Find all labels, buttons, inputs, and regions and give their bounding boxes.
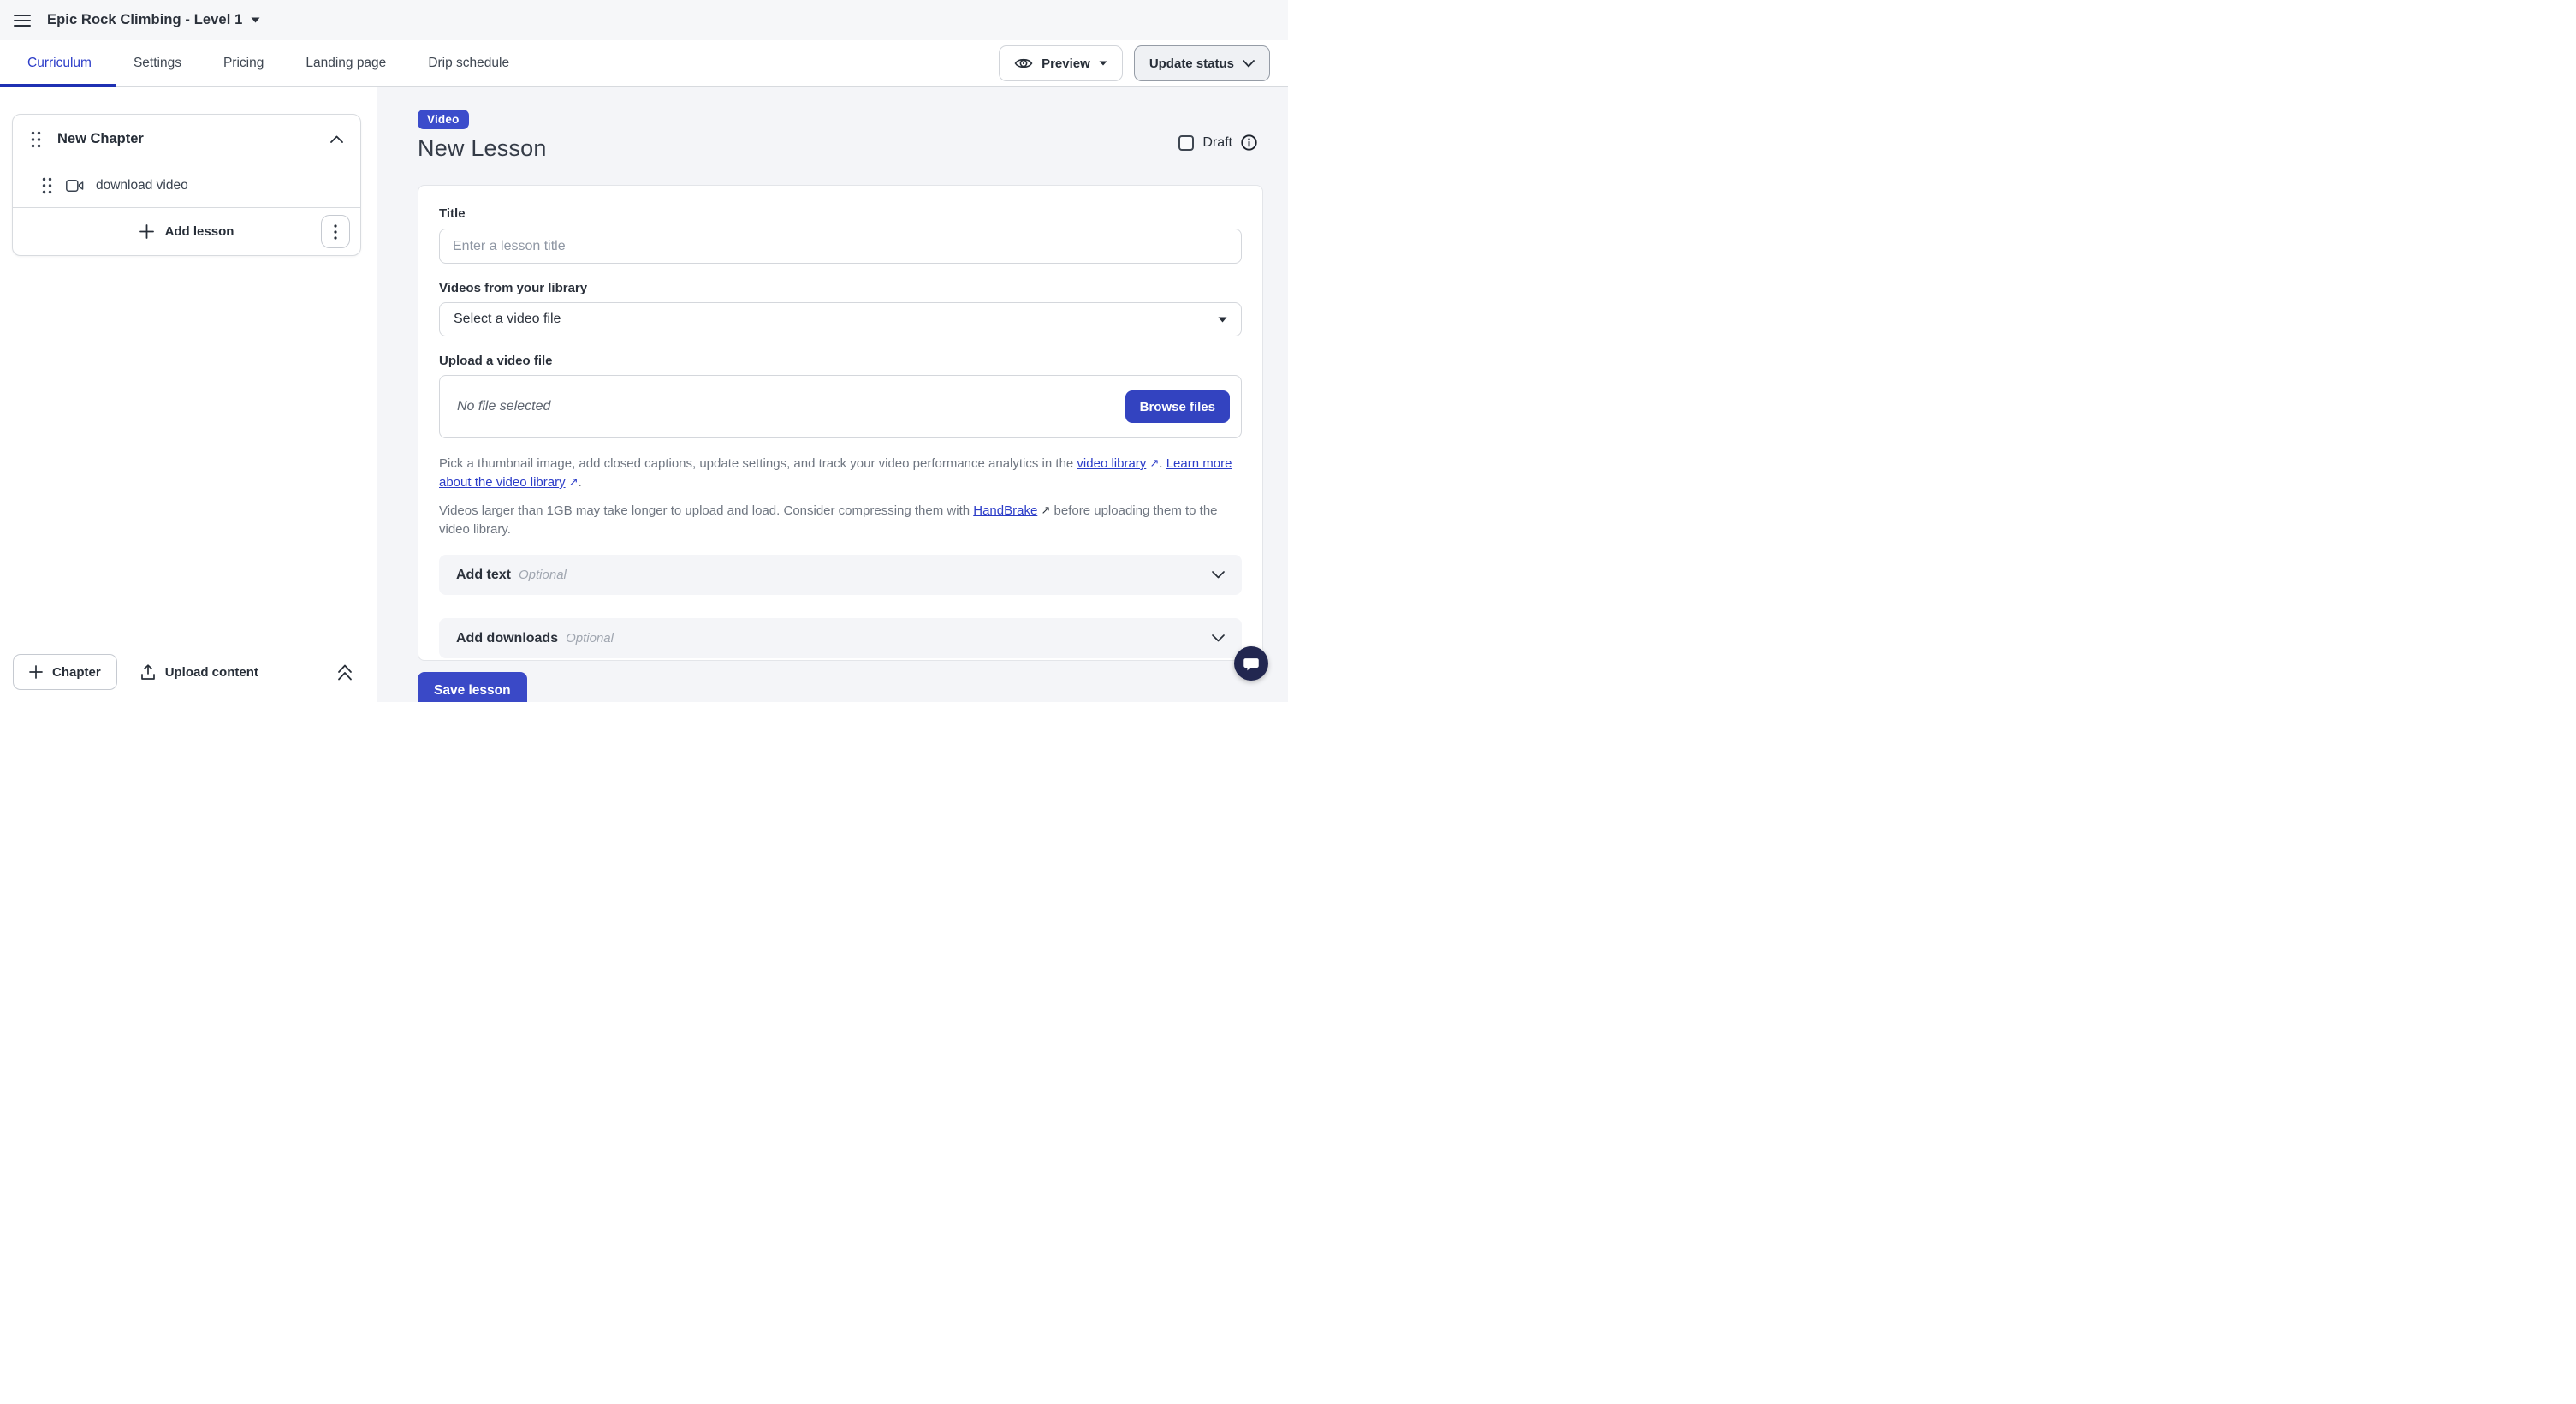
title-field-label: Title [439, 206, 1242, 221]
upload-icon [140, 664, 156, 681]
add-chapter-label: Chapter [52, 665, 101, 680]
tab-landing-page[interactable]: Landing page [306, 40, 386, 86]
add-lesson-label: Add lesson [165, 224, 234, 239]
course-switcher[interactable]: Epic Rock Climbing - Level 1 [47, 12, 260, 28]
help-text-segment: . [1159, 456, 1166, 471]
video-library-link[interactable]: video library [1077, 456, 1146, 471]
lesson-row[interactable]: download video [13, 164, 360, 207]
collapse-all-icon[interactable] [337, 663, 353, 681]
chevron-down-icon [1243, 60, 1255, 68]
add-text-label: Add text [456, 568, 511, 583]
handbrake-link[interactable]: HandBrake [973, 503, 1037, 518]
sidebar-footer: Chapter Upload content [0, 654, 377, 690]
lesson-editor: Video New Lesson Draft Title Videos from… [377, 87, 1288, 702]
chapter-title: New Chapter [57, 131, 144, 147]
course-title: Epic Rock Climbing - Level 1 [47, 12, 242, 28]
tab-list: Curriculum Settings Pricing Landing page… [27, 40, 509, 86]
draft-label: Draft [1202, 135, 1232, 151]
plus-icon [139, 224, 154, 239]
upload-video-label: Upload a video file [439, 354, 1242, 368]
plus-icon [29, 665, 43, 679]
top-bar: Epic Rock Climbing - Level 1 [0, 0, 1288, 40]
lesson-title: download video [96, 178, 188, 193]
caret-down-icon [1218, 317, 1227, 323]
chapter-footer: Add lesson [13, 208, 360, 255]
preview-button-label: Preview [1042, 57, 1090, 71]
video-help-text: Pick a thumbnail image, add closed capti… [439, 455, 1242, 492]
compression-help-text: Videos larger than 1GB may take longer t… [439, 502, 1242, 539]
drag-handle-icon[interactable] [31, 131, 41, 148]
lesson-type-badge: Video [418, 110, 469, 129]
tab-curriculum[interactable]: Curriculum [27, 40, 92, 86]
optional-label: Optional [566, 631, 614, 645]
page-title: New Lesson [418, 135, 1263, 162]
tab-settings[interactable]: Settings [134, 40, 181, 86]
chat-widget-button[interactable] [1234, 646, 1268, 681]
add-downloads-section[interactable]: Add downloads Optional [439, 618, 1242, 658]
no-file-text: No file selected [457, 399, 550, 414]
hamburger-menu-icon[interactable] [14, 12, 31, 29]
optional-label: Optional [519, 568, 567, 582]
lesson-form-card: Title Videos from your library Select a … [418, 185, 1263, 661]
add-chapter-button[interactable]: Chapter [13, 654, 117, 690]
save-lesson-button[interactable]: Save lesson [418, 672, 527, 702]
lesson-title-input[interactable] [439, 229, 1242, 264]
video-library-label: Videos from your library [439, 281, 1242, 295]
eye-icon [1014, 57, 1033, 70]
draft-checkbox[interactable] [1178, 135, 1194, 151]
preview-button[interactable]: Preview [999, 45, 1123, 81]
help-text-segment: Pick a thumbnail image, add closed capti… [439, 456, 1077, 471]
help-text-segment: Videos larger than 1GB may take longer t… [439, 503, 973, 518]
update-status-button[interactable]: Update status [1134, 45, 1270, 81]
external-link-icon: ↗ [569, 473, 579, 491]
chevron-down-icon [1212, 571, 1225, 579]
caret-down-icon [251, 17, 260, 23]
caret-down-icon [1099, 61, 1107, 66]
update-status-label: Update status [1149, 57, 1234, 71]
info-icon[interactable] [1241, 134, 1257, 151]
add-lesson-button[interactable]: Add lesson [139, 224, 234, 239]
upload-content-label: Upload content [165, 665, 258, 680]
content-area: New Chapter download video [0, 87, 1288, 702]
chapter-menu-button[interactable] [321, 215, 350, 248]
tab-drip-schedule[interactable]: Drip schedule [428, 40, 509, 86]
tab-bar: Curriculum Settings Pricing Landing page… [0, 40, 1288, 87]
external-link-icon: ↗ [1041, 501, 1050, 520]
upload-content-button[interactable]: Upload content [140, 664, 258, 681]
chevron-down-icon [1212, 634, 1225, 642]
video-library-select-value: Select a video file [454, 312, 561, 327]
chapter-card: New Chapter download video [12, 114, 361, 256]
add-text-section[interactable]: Add text Optional [439, 555, 1242, 595]
app-window: Epic Rock Climbing - Level 1 Curriculum … [0, 0, 1288, 702]
external-link-icon: ↗ [1149, 454, 1159, 473]
tab-pricing[interactable]: Pricing [223, 40, 264, 86]
chevron-up-icon[interactable] [330, 135, 343, 143]
video-library-select[interactable]: Select a video file [439, 302, 1242, 336]
curriculum-sidebar: New Chapter download video [0, 87, 377, 702]
help-text-segment: . [579, 475, 582, 490]
file-upload-dropzone[interactable]: No file selected Browse files [439, 375, 1242, 438]
chapter-header[interactable]: New Chapter [13, 115, 360, 164]
add-downloads-label: Add downloads [456, 631, 558, 646]
drag-handle-icon[interactable] [42, 177, 52, 194]
video-camera-icon [66, 180, 84, 192]
header-actions: Preview Update status [999, 45, 1270, 81]
chat-bubble-icon [1243, 655, 1260, 672]
draft-toggle-group: Draft [1178, 134, 1257, 151]
browse-files-button[interactable]: Browse files [1125, 390, 1230, 423]
